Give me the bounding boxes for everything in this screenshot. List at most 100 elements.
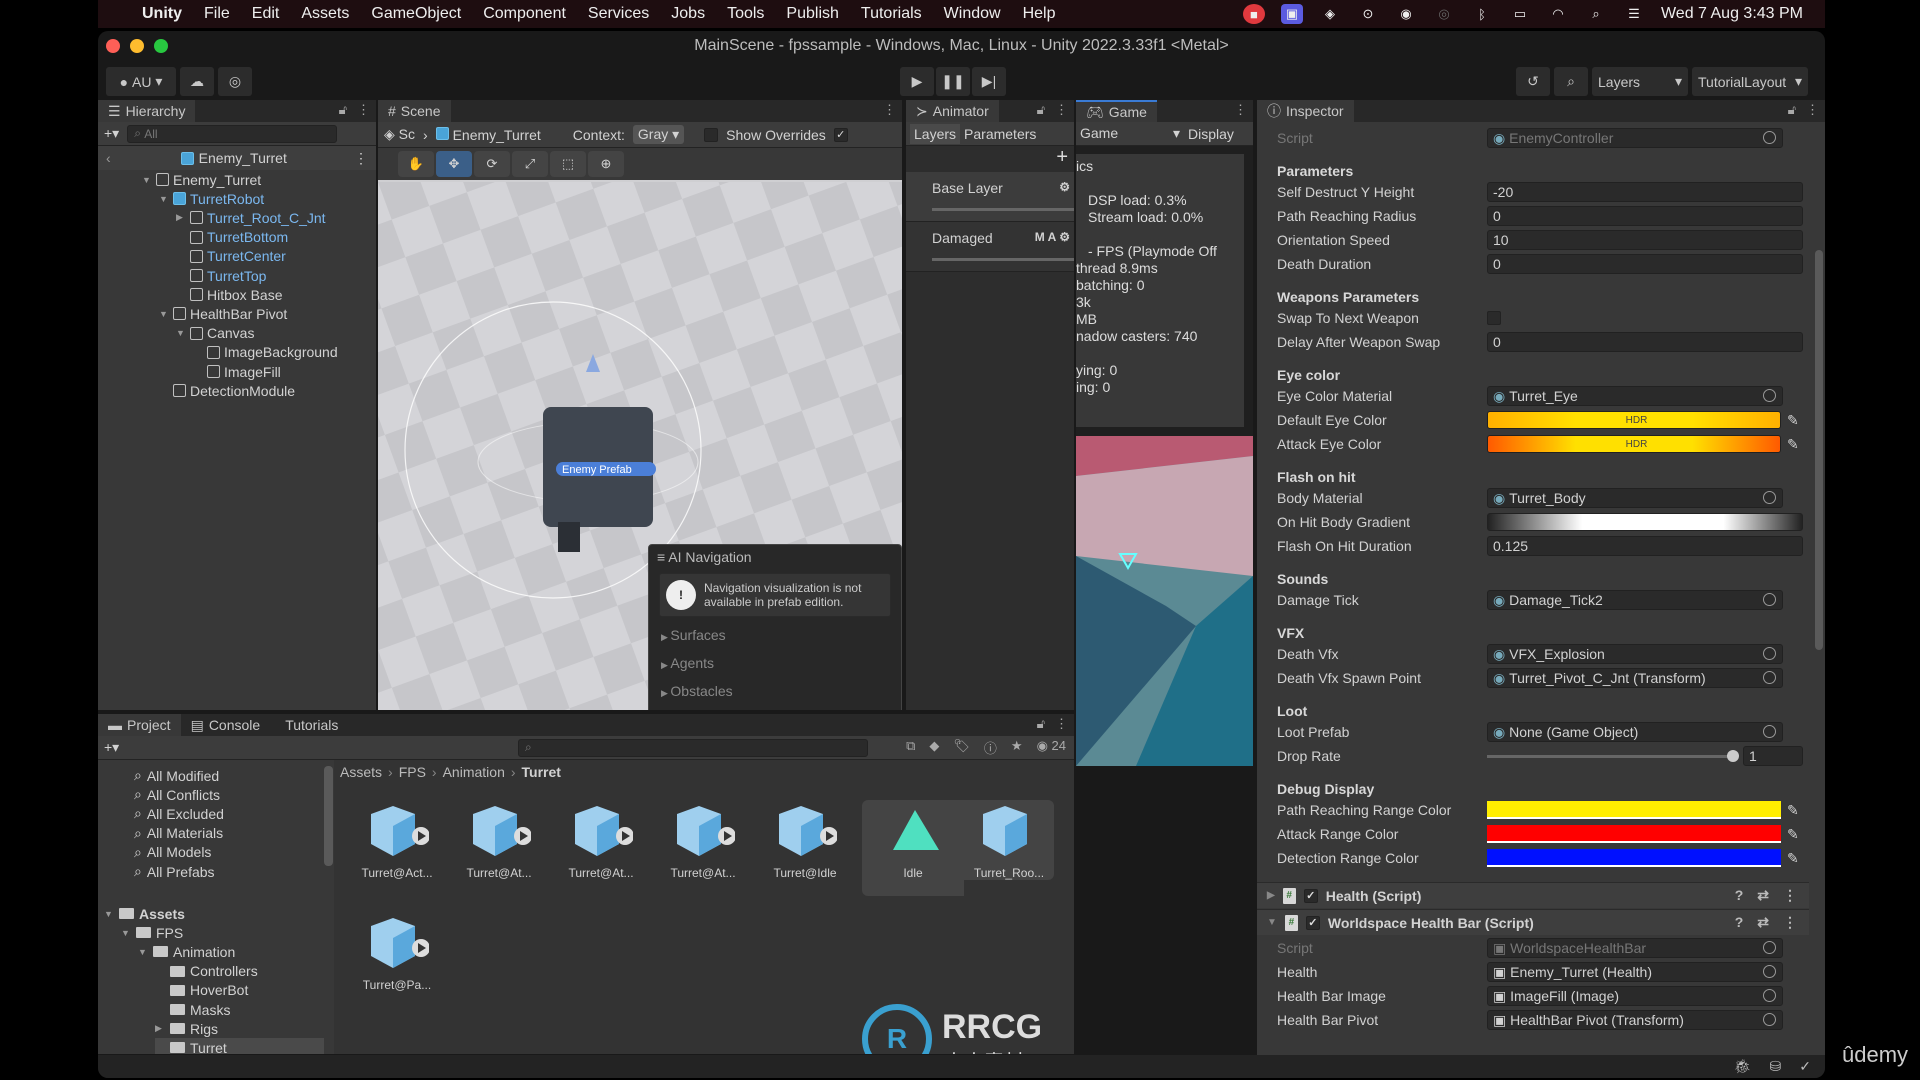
undo-history-button[interactable]: ↺ — [1516, 67, 1550, 96]
more-icon[interactable]: ⋮ — [1055, 716, 1068, 732]
hand-tool-icon[interactable]: ✋ — [398, 151, 434, 177]
folder-item[interactable]: ▼ Animation — [138, 942, 235, 961]
services-button[interactable]: ◎ — [218, 67, 252, 96]
hierarchy-item[interactable]: ImageFill — [193, 362, 281, 381]
rect-tool-icon[interactable]: ⬚ — [550, 151, 586, 177]
component-enabled-checkbox[interactable]: ✓ — [1303, 888, 1318, 903]
menu-gameobject[interactable]: GameObject — [371, 5, 461, 23]
tab-tutorials[interactable]: Tutorials — [270, 714, 349, 736]
expanded-arrow-icon[interactable]: ▼ — [121, 928, 131, 938]
add-button[interactable]: +▾ — [104, 125, 119, 142]
nav-section-agents[interactable]: ▶ Agents — [649, 649, 901, 677]
hierarchy-item[interactable]: ▼ Enemy_Turret — [142, 170, 261, 189]
favorite-search[interactable]: ⌕ All Modified — [134, 766, 219, 785]
inspector-scrollbar[interactable] — [1815, 250, 1823, 650]
eyedropper-icon[interactable]: ✎ — [1787, 436, 1799, 453]
number-field[interactable]: 0.125 — [1487, 536, 1803, 556]
object-picker-icon[interactable] — [1763, 725, 1776, 738]
more-icon[interactable]: ⋮ — [354, 150, 368, 167]
object-field[interactable]: ▣ ImageFill (Image) — [1487, 986, 1783, 1006]
help-icon[interactable]: ? — [1735, 914, 1744, 931]
hierarchy-item[interactable]: ▼ HealthBar Pivot — [159, 304, 287, 323]
step-button[interactable]: ▶| — [972, 67, 1006, 96]
lock-icon[interactable]: 🔓︎ — [1037, 716, 1045, 732]
hierarchy-item[interactable]: ▼ TurretRobot — [159, 189, 264, 208]
close-window-button[interactable] — [106, 39, 120, 53]
eyedropper-icon[interactable]: ✎ — [1787, 802, 1799, 819]
play-circle-icon[interactable]: ⊙ — [1357, 4, 1379, 24]
create-button[interactable]: +▾ — [104, 739, 119, 756]
battery-icon[interactable]: ▭ — [1509, 4, 1531, 24]
subtab-parameters[interactable]: Parameters — [960, 124, 1040, 144]
back-arrow-icon[interactable]: ‹ — [106, 150, 111, 166]
drag-handle-icon[interactable]: ≡ — [657, 549, 668, 565]
favorite-icon[interactable]: ★ — [1011, 738, 1023, 757]
game-viewport[interactable] — [1076, 436, 1253, 766]
auto-save-checkbox[interactable]: ✓ — [833, 127, 848, 142]
folder-item[interactable]: Controllers — [155, 962, 258, 981]
object-field[interactable]: ◉ EnemyController — [1487, 128, 1783, 148]
object-field[interactable]: ◉ VFX_Explosion — [1487, 644, 1783, 664]
folder-item[interactable]: ▼ Assets — [104, 904, 185, 923]
eyedropper-icon[interactable]: ✎ — [1787, 412, 1799, 429]
more-icon[interactable]: ⋮ — [1783, 914, 1797, 931]
object-picker-icon[interactable] — [1763, 1013, 1776, 1026]
object-picker-icon[interactable] — [1763, 491, 1776, 504]
menu-edit[interactable]: Edit — [252, 5, 280, 23]
object-picker-icon[interactable] — [1763, 389, 1776, 402]
eyedropper-icon[interactable]: ✎ — [1787, 850, 1799, 867]
object-field[interactable]: ▣ WorldspaceHealthBar — [1487, 938, 1783, 958]
tab-console[interactable]: ▤ Console — [180, 714, 271, 736]
record-icon[interactable]: ■ — [1242, 4, 1265, 24]
breadcrumb-item[interactable]: Assets — [340, 764, 382, 780]
breadcrumb-item[interactable]: Animation — [443, 764, 505, 780]
tab-game[interactable]: 🎮︎ Game — [1076, 100, 1157, 122]
color-field[interactable] — [1487, 801, 1781, 819]
search-button[interactable]: ⌕ — [1554, 67, 1588, 96]
object-picker-icon[interactable] — [1763, 131, 1776, 144]
scale-tool-icon[interactable]: ⤢ — [512, 151, 548, 177]
gradient-field[interactable] — [1487, 513, 1803, 531]
zoom-window-button[interactable] — [154, 39, 168, 53]
asset-item[interactable]: Turret@Idle — [760, 800, 850, 880]
gear-icon[interactable]: ⚙ — [1059, 180, 1070, 194]
color-field[interactable] — [1487, 849, 1781, 867]
tab-animator[interactable]: ≻ Animator — [906, 100, 999, 122]
number-field[interactable]: 10 — [1487, 230, 1803, 250]
object-field[interactable]: ◉ None (Game Object) — [1487, 722, 1783, 742]
folder-item[interactable]: Masks — [155, 1000, 230, 1019]
expanded-arrow-icon[interactable]: ▼ — [142, 175, 152, 185]
cloud-button[interactable]: ☁ — [180, 67, 214, 96]
scene-breadcrumb[interactable]: ◈ Sc — [384, 126, 415, 143]
menu-services[interactable]: Services — [588, 5, 649, 23]
more-icon[interactable]: ⋮ — [1783, 887, 1797, 904]
help-icon[interactable]: ? — [1735, 887, 1744, 904]
expanded-arrow-icon[interactable]: ▼ — [159, 194, 169, 204]
tab-hierarchy[interactable]: ☰ Hierarchy — [98, 100, 196, 122]
object-picker-icon[interactable] — [1763, 593, 1776, 606]
hierarchy-item[interactable]: ▶ Turret_Root_C_Jnt — [176, 208, 326, 227]
breadcrumb-prefab[interactable]: Enemy_Turret — [435, 126, 541, 143]
menu-app[interactable]: Unity — [142, 5, 182, 23]
wifi-icon[interactable]: ◠ — [1547, 4, 1569, 24]
spotlight-search-icon[interactable]: ⌕ — [1585, 4, 1607, 24]
animator-layer[interactable]: Damaged M A ⚙ — [906, 222, 1074, 272]
debug-icon[interactable]: 🐞︎ — [1734, 1058, 1752, 1075]
asset-item[interactable]: Turret@At... — [658, 800, 748, 880]
check-circle-icon[interactable]: ✓ — [1799, 1058, 1811, 1075]
menu-window[interactable]: Window — [944, 5, 1001, 23]
asset-item[interactable]: Turret_Roo... — [964, 800, 1054, 880]
tab-project[interactable]: ▬ Project — [98, 714, 181, 736]
hierarchy-item[interactable]: DetectionModule — [159, 381, 295, 400]
folder-item[interactable]: Turret — [155, 1038, 324, 1054]
expanded-arrow-icon[interactable]: ▼ — [1267, 917, 1277, 928]
favorite-search[interactable]: ⌕ All Conflicts — [134, 785, 220, 804]
menu-help[interactable]: Help — [1023, 5, 1056, 23]
menu-assets[interactable]: Assets — [301, 5, 349, 23]
layers-dropdown[interactable]: Layers ▾ — [1592, 67, 1688, 96]
collapsed-arrow-icon[interactable]: ▶ — [1267, 890, 1275, 901]
expanded-arrow-icon[interactable]: ▼ — [159, 309, 169, 319]
slider-handle[interactable] — [1727, 750, 1739, 762]
minimize-window-button[interactable] — [130, 39, 144, 53]
game-view-dropdown[interactable]: Game ▾ — [1080, 125, 1180, 142]
